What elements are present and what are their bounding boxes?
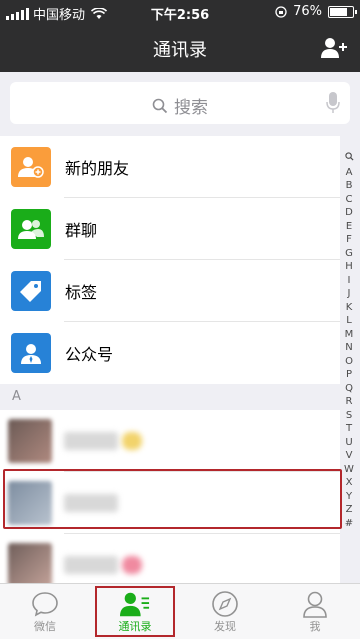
contact-row[interactable] — [0, 410, 340, 472]
tab-chats[interactable]: 微信 — [0, 584, 90, 639]
tag-icon — [11, 271, 51, 311]
tab-label: 发现 — [214, 620, 236, 633]
index-search-letter[interactable] — [344, 152, 354, 166]
index-letter[interactable]: # — [345, 517, 353, 531]
battery-icon — [328, 5, 357, 18]
index-letter[interactable]: Y — [346, 490, 352, 504]
tab-label: 我 — [309, 620, 321, 633]
new-friend-icon — [11, 147, 51, 187]
active-tab-highlight — [95, 586, 175, 637]
index-letter[interactable]: H — [345, 260, 353, 274]
index-letter[interactable]: R — [346, 395, 353, 409]
index-letter[interactable]: A — [346, 166, 353, 180]
index-letter[interactable]: M — [345, 328, 354, 342]
avatar — [8, 419, 52, 463]
alphabet-index[interactable]: A B C D E F G H I J K L M N O P Q R S T … — [342, 152, 356, 530]
menu-item-tags[interactable]: 标签 — [0, 260, 340, 322]
microphone-icon[interactable] — [326, 92, 340, 114]
chat-bubble-icon — [32, 592, 58, 617]
index-letter[interactable]: I — [348, 274, 351, 288]
index-letter[interactable]: E — [346, 220, 352, 234]
index-letter[interactable]: W — [344, 463, 354, 477]
index-letter[interactable]: D — [345, 206, 353, 220]
contact-badge-blurred — [122, 432, 142, 450]
search-icon — [152, 98, 168, 113]
search-area: 搜索 — [0, 72, 360, 136]
status-right: 76% — [275, 4, 357, 19]
index-letter[interactable]: F — [346, 233, 352, 247]
contact-badge-blurred — [122, 556, 142, 574]
index-letter[interactable]: B — [346, 179, 353, 193]
search-icon — [344, 152, 354, 161]
index-letter[interactable]: T — [346, 422, 352, 436]
menu-item-official-accounts[interactable]: 公众号 — [0, 322, 340, 384]
tab-bar: 微信 通讯录 发现 我 — [0, 583, 360, 639]
index-letter[interactable]: N — [345, 341, 352, 355]
search-input[interactable]: 搜索 — [10, 82, 350, 124]
tab-label: 微信 — [34, 620, 56, 633]
contact-name-blurred — [64, 432, 118, 450]
nav-bar: 通讯录 — [0, 24, 360, 72]
search-placeholder: 搜索 — [174, 98, 208, 118]
index-letter[interactable]: L — [346, 314, 352, 328]
battery-percent: 76% — [293, 4, 322, 19]
avatar — [8, 543, 52, 587]
tab-discover[interactable]: 发现 — [180, 584, 270, 639]
section-header-a: A — [0, 384, 340, 410]
contact-name-blurred — [64, 556, 118, 574]
index-letter[interactable]: Z — [346, 503, 353, 517]
menu-item-group-chats[interactable]: 群聊 — [0, 198, 340, 260]
menu-item-label: 新的朋友 — [65, 159, 130, 178]
index-letter[interactable]: S — [346, 409, 352, 423]
status-bar: 中国移动 下午2:56 76% — [0, 0, 360, 24]
index-letter[interactable]: C — [346, 193, 353, 207]
index-letter[interactable]: K — [346, 301, 353, 315]
group-chat-icon — [11, 209, 51, 249]
index-letter[interactable]: G — [345, 247, 353, 261]
index-letter[interactable]: V — [346, 449, 353, 463]
menu-item-label: 标签 — [65, 283, 98, 302]
index-letter[interactable]: Q — [345, 382, 353, 396]
selected-contact-highlight — [3, 469, 342, 529]
index-letter[interactable]: P — [346, 368, 352, 382]
index-letter[interactable]: X — [346, 476, 353, 490]
tab-me[interactable]: 我 — [270, 584, 360, 639]
menu-item-label: 群聊 — [65, 221, 98, 240]
official-account-icon — [11, 333, 51, 373]
menu-item-new-friends[interactable]: 新的朋友 — [0, 136, 340, 198]
index-letter[interactable]: U — [345, 436, 352, 450]
rotation-lock-icon — [275, 5, 287, 18]
person-icon — [303, 591, 327, 618]
add-contact-icon[interactable] — [320, 36, 348, 60]
menu-item-label: 公众号 — [65, 345, 114, 364]
page-title: 通讯录 — [153, 40, 207, 61]
index-letter[interactable]: J — [348, 287, 351, 301]
compass-icon — [212, 591, 238, 617]
index-letter[interactable]: O — [345, 355, 353, 369]
